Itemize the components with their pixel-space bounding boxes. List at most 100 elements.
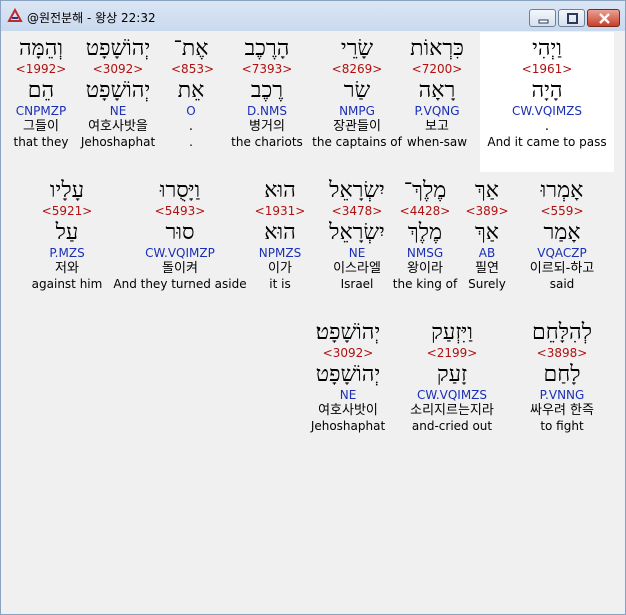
- hebrew-word: יִשְׂרָאֵל: [329, 178, 385, 203]
- english-gloss: and-cried out: [411, 419, 493, 433]
- window-title: @원전분해 - 왕상 22:32: [27, 11, 156, 25]
- hebrew-word: וְהֵמָּה: [19, 36, 63, 61]
- english-gloss: Jehoshaphat: [80, 135, 156, 149]
- korean-gloss: 저와: [55, 261, 79, 276]
- hebrew-root: הוּא: [264, 220, 296, 245]
- strong-number: <1992>: [15, 62, 67, 76]
- korean-gloss: 왕이라: [407, 261, 443, 276]
- korean-gloss: 이르되-하고: [529, 261, 595, 276]
- strong-number: <2199>: [426, 346, 478, 360]
- strong-number: <1931>: [254, 204, 306, 218]
- minimize-button[interactable]: [529, 9, 556, 27]
- korean-gloss: 필연: [475, 261, 499, 276]
- hebrew-root: יְהוֹשָׁפָט: [85, 78, 151, 103]
- close-icon: [599, 13, 610, 24]
- strong-number: <853>: [171, 62, 215, 76]
- word-card[interactable]: שָׂרֵי <8269> שַׂר NMPG 장관들이 the captains of: [307, 36, 407, 150]
- hebrew-root: שַׂר: [343, 78, 371, 103]
- parsing-code: NE: [348, 246, 366, 260]
- english-gloss: to fight: [540, 419, 584, 433]
- parsing-code: O: [186, 104, 196, 118]
- hebrew-word: וַיְהִי: [532, 36, 562, 61]
- strong-number: <559>: [540, 204, 584, 218]
- hebrew-word: וַיָּסֻרוּ: [159, 178, 201, 203]
- word-card[interactable]: אָמְרוּ <559> אָמַר VQACZP 이르되-하고 said: [517, 178, 607, 292]
- strong-number: <4428>: [399, 204, 451, 218]
- word-card[interactable]: הוּא <1931> הוּא NPMZS 이가 it is: [245, 178, 315, 292]
- parsing-code: CNPMZP: [15, 104, 67, 118]
- maximize-button[interactable]: [558, 9, 585, 27]
- english-gloss: the chariots: [231, 135, 303, 149]
- analysis-panel[interactable]: וַיְהִי <1961> הָיָה CW.VQIMZS. And it came …: [5, 32, 621, 610]
- korean-gloss: 여호사밧을: [88, 119, 148, 134]
- english-gloss: And they turned aside: [113, 277, 247, 291]
- korean-gloss: 돌이켜: [162, 261, 198, 276]
- word-card[interactable]: מֶלֶךְ־ <4428> מֶלֶךְ NMSG 왕이라 the king of: [390, 178, 460, 292]
- korean-gloss: 싸우려 한즉: [530, 403, 594, 418]
- parsing-code: D.NMS: [246, 104, 287, 118]
- english-gloss: that they: [13, 135, 69, 149]
- parsing-code: CW.VQIMZP: [145, 246, 215, 260]
- hebrew-word: הוּא: [264, 178, 296, 203]
- parsing-code: NMSG: [406, 246, 444, 260]
- korean-gloss: .: [188, 119, 194, 134]
- word-card[interactable]: יְהוֹשָׁפָט׃ <3092> יְהוֹשָׁפָט NE 여호사밧이 Jeho…: [298, 320, 398, 434]
- word-card[interactable]: לְהִלָּחֵם <3898> לָחַם P.VNNG 싸우려 한즉 to figh…: [512, 320, 612, 434]
- maximize-icon: [567, 13, 578, 24]
- parsing-code: NPMZS: [258, 246, 302, 260]
- hebrew-root: הָיָה: [531, 78, 563, 103]
- hebrew-word: לְהִלָּחֵם: [532, 320, 592, 345]
- word-card[interactable]: אֶת־ <853> אֵת O..: [171, 36, 215, 150]
- word-card[interactable]: וְהֵמָּה <1992> הֵם CNPMZP 그들이 that they: [6, 36, 76, 150]
- hebrew-root: רֶכֶב: [250, 78, 284, 103]
- hebrew-word: יְהוֹשָׁפָט׃: [315, 320, 381, 345]
- word-card[interactable]: וַיִּזְעַק <2199> זָעַק CW.VQIMZS 소리지르는지라 and…: [392, 320, 512, 434]
- strong-number: <8269>: [331, 62, 383, 76]
- english-gloss: the king of: [392, 277, 458, 291]
- hebrew-root: לָחַם: [543, 362, 581, 387]
- strong-number: <3898>: [536, 346, 588, 360]
- parsing-code: NMPG: [339, 104, 375, 118]
- close-button[interactable]: [587, 9, 620, 27]
- hebrew-word: מֶלֶךְ־: [403, 178, 447, 203]
- hebrew-word: שָׂרֵי: [340, 36, 374, 61]
- korean-gloss: 병거의: [249, 119, 285, 134]
- hebrew-root: סוּר: [165, 220, 195, 245]
- word-card[interactable]: וַיָּסֻרוּ <5493> סוּר CW.VQIMZP 돌이켜 And they…: [110, 178, 250, 292]
- parsing-code: VQACZP: [537, 246, 587, 260]
- word-card[interactable]: יִשְׂרָאֵל <3478> יִשְׂרָאֵל NE 이스라엘 Israel: [317, 178, 397, 292]
- minimize-icon: [538, 19, 549, 24]
- word-card[interactable]: עָלָיו <5921> עַל P.MZS 저와 against him: [27, 178, 107, 292]
- app-window: @원전분해 - 왕상 22:32 וַיְהִי <1961> הָיָה CW.VQ…: [0, 0, 626, 615]
- english-gloss: .: [189, 135, 193, 149]
- word-card[interactable]: יְהוֹשָׁפָט <3092> יְהוֹשָׁפָט NE 여호사밧을 Jehos…: [74, 36, 162, 150]
- hebrew-word: יְהוֹשָׁפָט: [85, 36, 151, 61]
- korean-gloss: 여호사밧이: [318, 403, 378, 418]
- korean-gloss: .: [544, 119, 550, 134]
- korean-gloss: 이스라엘: [333, 261, 381, 276]
- parsing-code: NE: [109, 104, 127, 118]
- english-gloss: And it came to pass: [487, 135, 607, 149]
- hebrew-root: הֵם: [27, 78, 55, 103]
- word-card[interactable]: הָרֶכֶב <7393> רֶכֶב D.NMS 병거의 the chariots: [224, 36, 310, 150]
- english-gloss: said: [549, 277, 575, 291]
- parsing-code: NE: [339, 388, 357, 402]
- parsing-code: P.MZS: [49, 246, 85, 260]
- title-bar[interactable]: @원전분해 - 왕상 22:32: [1, 1, 625, 31]
- parsing-code: CW.VQIMZS: [511, 104, 583, 118]
- strong-number: <5493>: [154, 204, 206, 218]
- english-gloss: Israel: [340, 277, 374, 291]
- strong-number: <389>: [465, 204, 509, 218]
- hebrew-root: אַךְ: [474, 220, 499, 245]
- hebrew-word: אֶת־: [173, 36, 209, 61]
- strong-number: <3092>: [322, 346, 374, 360]
- english-gloss: against him: [31, 277, 103, 291]
- strong-number: <1961>: [521, 62, 573, 76]
- hebrew-word: הָרֶכֶב: [244, 36, 290, 61]
- english-gloss: Jehoshaphat: [310, 419, 386, 433]
- strong-number: <3478>: [331, 204, 383, 218]
- word-card[interactable]: אַךְ <389> אַךְ AB 필연 Surely: [462, 178, 512, 292]
- hebrew-word: אַךְ: [474, 178, 499, 203]
- english-gloss: it is: [269, 277, 291, 291]
- word-card[interactable]: וַיְהִי <1961> הָיָה CW.VQIMZS. And it came …: [480, 36, 614, 150]
